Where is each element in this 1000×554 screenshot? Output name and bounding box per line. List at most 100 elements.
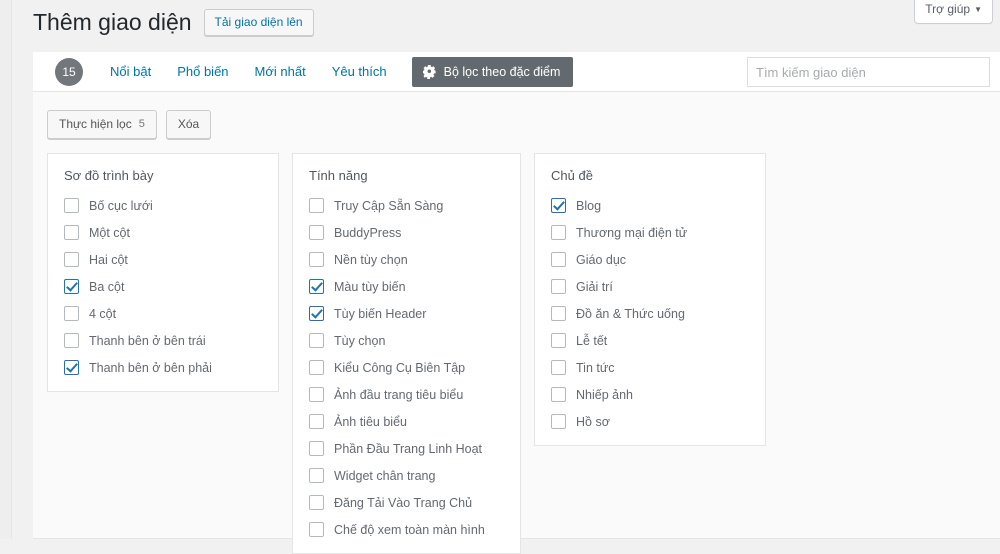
filter-option[interactable]: Ảnh đầu trang tiêu biểu <box>309 387 504 402</box>
checkbox[interactable] <box>551 360 566 375</box>
filter-option[interactable]: Tin tức <box>551 360 749 375</box>
filter-option-label: BuddyPress <box>334 225 402 240</box>
feature-filter-toggle-button[interactable]: Bộ lọc theo đặc điểm <box>411 56 574 87</box>
checkbox[interactable] <box>64 198 79 213</box>
checkbox[interactable] <box>551 279 566 294</box>
help-tab-button[interactable]: Trợ giúp ▼ <box>914 0 993 24</box>
checkbox[interactable] <box>309 306 324 321</box>
clear-filters-button[interactable]: Xóa <box>165 110 212 139</box>
filter-option[interactable]: Ba cột <box>64 279 262 294</box>
filter-option[interactable]: Tùy chọn <box>309 333 504 348</box>
checkbox[interactable] <box>64 333 79 348</box>
upload-theme-button[interactable]: Tải giao diện lên <box>203 9 314 36</box>
checkbox[interactable] <box>309 468 324 483</box>
help-tab-label: Trợ giúp <box>925 2 971 16</box>
filter-option[interactable]: Tùy biến Header <box>309 306 504 321</box>
filter-option[interactable]: Hồ sơ <box>551 414 749 429</box>
filter-option-label: Hai cột <box>89 252 128 267</box>
filter-option[interactable]: Bố cục lưới <box>64 198 262 213</box>
checkbox[interactable] <box>551 387 566 402</box>
checkbox[interactable] <box>309 522 324 537</box>
checkbox[interactable] <box>551 333 566 348</box>
checkbox[interactable] <box>309 387 324 402</box>
checkbox[interactable] <box>64 360 79 375</box>
apply-filters-count: 5 <box>138 117 145 130</box>
checkbox[interactable] <box>309 495 324 510</box>
filter-option[interactable]: Ảnh tiêu biểu <box>309 414 504 429</box>
filter-option[interactable]: Đăng Tải Vào Trang Chủ <box>309 495 504 510</box>
filter-option[interactable]: Thương mại điện tử <box>551 225 749 240</box>
filter-option-label: Giáo dục <box>576 252 627 267</box>
apply-filters-label: Thực hiện lọc <box>59 117 132 131</box>
filter-option[interactable]: Thanh bên ở bên trái <box>64 333 262 348</box>
filter-option-label: Ảnh đầu trang tiêu biểu <box>334 387 464 402</box>
filter-option[interactable]: Truy Cập Sẵn Sàng <box>309 198 504 213</box>
filter-option-label: Đăng Tải Vào Trang Chủ <box>334 495 473 510</box>
filter-option[interactable]: Lễ tết <box>551 333 749 348</box>
filter-option[interactable]: Màu tùy biến <box>309 279 504 294</box>
filter-option[interactable]: Giải trí <box>551 279 749 294</box>
filter-group-title: Chủ đề <box>551 168 593 183</box>
checkbox[interactable] <box>64 306 79 321</box>
filter-option[interactable]: 4 cột <box>64 306 262 321</box>
filter-option-label: Blog <box>576 198 602 213</box>
filter-option-label: Hồ sơ <box>576 414 610 429</box>
search-input[interactable] <box>747 57 990 87</box>
filter-option-label: Màu tùy biến <box>334 279 406 294</box>
filter-option[interactable]: Nền tùy chọn <box>309 252 504 267</box>
filter-option-label: Thanh bên ở bên phải <box>89 360 212 375</box>
checkbox[interactable] <box>551 306 566 321</box>
tab-latest[interactable]: Mới nhất <box>242 52 319 92</box>
checkbox[interactable] <box>309 198 324 213</box>
filter-option[interactable]: Đồ ăn & Thức uống <box>551 306 749 321</box>
checkbox[interactable] <box>309 279 324 294</box>
filter-option[interactable]: Một cột <box>64 225 262 240</box>
filter-option[interactable]: Nhiếp ảnh <box>551 387 749 402</box>
checkbox[interactable] <box>551 252 566 267</box>
filter-option[interactable]: Hai cột <box>64 252 262 267</box>
filter-option-label: Widget chân trang <box>334 468 436 483</box>
checkbox[interactable] <box>551 225 566 240</box>
filter-option-label: 4 cột <box>89 306 117 321</box>
tab-featured[interactable]: Nổi bật <box>97 52 164 92</box>
filter-option-label: Phần Đầu Trang Linh Hoạt <box>334 441 483 456</box>
theme-count-badge: 15 <box>55 57 83 86</box>
filter-group-title: Tính năng <box>309 168 368 183</box>
filter-option[interactable]: Thanh bên ở bên phải <box>64 360 262 375</box>
checkbox[interactable] <box>64 225 79 240</box>
filter-option-list: Blog Thương mại điện tử Giáo dục Giải tr… <box>551 198 749 429</box>
page-title: Thêm giao diện <box>33 9 192 35</box>
checkbox[interactable] <box>551 414 566 429</box>
filter-option-label: Ba cột <box>89 279 125 294</box>
apply-filters-button[interactable]: Thực hiện lọc 5 <box>47 110 157 139</box>
checkbox[interactable] <box>551 198 566 213</box>
filter-option-label: Tùy biến Header <box>334 306 427 321</box>
tab-popular[interactable]: Phổ biến <box>164 52 241 92</box>
filter-option[interactable]: Chế độ xem toàn màn hình <box>309 522 504 537</box>
tab-favorites[interactable]: Yêu thích <box>319 52 400 92</box>
checkbox[interactable] <box>64 252 79 267</box>
checkbox[interactable] <box>309 360 324 375</box>
checkbox[interactable] <box>309 414 324 429</box>
checkbox[interactable] <box>309 441 324 456</box>
filter-option[interactable]: BuddyPress <box>309 225 504 240</box>
filter-option-label: Truy Cập Sẵn Sàng <box>334 198 444 213</box>
filter-option-list: Truy Cập Sẵn Sàng BuddyPress Nền tùy chọ… <box>309 198 504 537</box>
admin-content-wrap: Trợ giúp ▼ Thêm giao diện Tải giao diện l… <box>13 0 1000 554</box>
checkbox[interactable] <box>309 333 324 348</box>
theme-browser-navbar: 15 Nổi bật Phổ biến Mới nhất Yêu thích B… <box>33 52 1000 92</box>
filter-option[interactable]: Widget chân trang <box>309 468 504 483</box>
gear-icon <box>422 64 437 79</box>
filter-option[interactable]: Giáo dục <box>551 252 749 267</box>
checkbox[interactable] <box>64 279 79 294</box>
filter-option[interactable]: Blog <box>551 198 749 213</box>
filter-groups: Sơ đồ trình bày Bố cục lưới Một cột Hai … <box>33 139 1000 554</box>
filter-option-label: Giải trí <box>576 279 613 294</box>
filter-option[interactable]: Kiểu Công Cụ Biên Tập <box>309 360 504 375</box>
filter-option-label: Thanh bên ở bên trái <box>89 333 206 348</box>
filter-option-label: Lễ tết <box>576 333 608 348</box>
checkbox[interactable] <box>309 225 324 240</box>
filter-option[interactable]: Phần Đầu Trang Linh Hoạt <box>309 441 504 456</box>
filter-option-label: Tin tức <box>576 360 615 375</box>
checkbox[interactable] <box>309 252 324 267</box>
